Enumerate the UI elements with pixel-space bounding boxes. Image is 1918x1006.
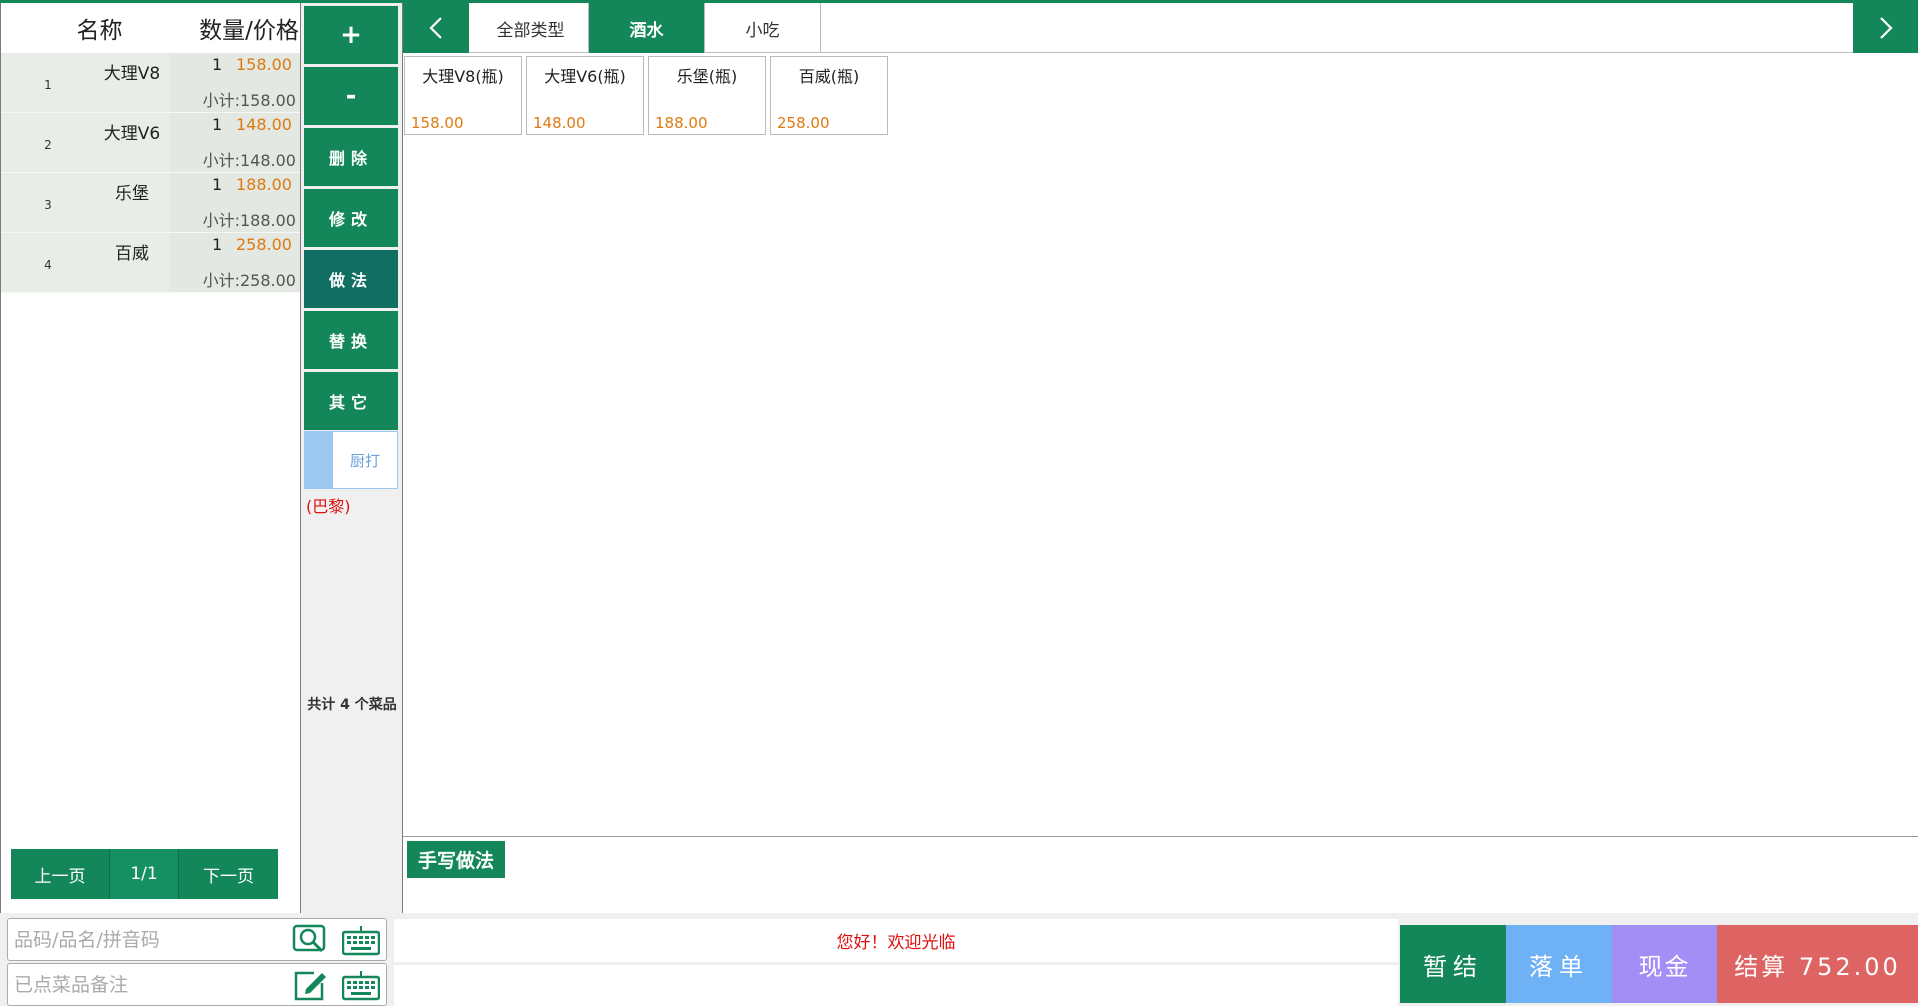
- cash-button[interactable]: 现金: [1612, 925, 1717, 1003]
- row-detail: 1 158.00 小计:158.00: [169, 53, 300, 112]
- order-row[interactable]: 1 大理V8 1 158.00 小计:158.00: [1, 53, 300, 113]
- row-name: 大理V8: [103, 64, 161, 84]
- row-subtotal: 小计:188.00: [202, 211, 296, 230]
- next-category-button[interactable]: [1853, 3, 1918, 53]
- order-row[interactable]: 3 乐堡 1 188.00 小计:188.00: [1, 173, 300, 233]
- order-panel: 名称 数量/价格 1 大理V8 1 158.00 小计:158.00 2 大理V…: [0, 3, 301, 913]
- keyboard-icon: [342, 926, 380, 956]
- order-row[interactable]: 4 百威 1 258.00 小计:258.00: [1, 233, 300, 293]
- order-row[interactable]: 2 大理V6 1 148.00 小计:148.00: [1, 113, 300, 173]
- search-input[interactable]: [14, 923, 286, 956]
- search-button[interactable]: [292, 922, 330, 958]
- row-index: 3: [44, 198, 52, 212]
- prev-page-button[interactable]: 上一页: [11, 849, 110, 899]
- order-header: 名称 数量/价格: [1, 3, 300, 53]
- decrease-button[interactable]: -: [304, 67, 398, 125]
- product-card[interactable]: 大理V8(瓶) 158.00: [404, 56, 522, 135]
- order-pager: 上一页 1/1 下一页: [11, 849, 278, 899]
- product-price: 148.00: [533, 114, 586, 132]
- row-detail: 1 148.00 小计:148.00: [169, 113, 300, 172]
- search-box: [7, 918, 387, 961]
- total-item-count: 共计 4 个菜品: [307, 697, 397, 713]
- replace-button[interactable]: 替换: [304, 311, 398, 369]
- product-price: 258.00: [777, 114, 830, 132]
- note-box: [7, 963, 387, 1006]
- row-subtotal: 小计:148.00: [202, 151, 296, 170]
- row-index: 1: [44, 78, 52, 92]
- product-price: 158.00: [411, 114, 464, 132]
- place-order-button[interactable]: 落单: [1506, 925, 1612, 1003]
- product-price: 188.00: [655, 114, 708, 132]
- product-card[interactable]: 乐堡(瓶) 188.00: [648, 56, 766, 135]
- main-area: 全部类型 酒水 小吃 大理V8(瓶) 158.00 大理V6(瓶) 148.00…: [402, 3, 1918, 913]
- checkout-button[interactable]: 结算 752.00: [1717, 925, 1918, 1003]
- pos-app: 名称 数量/价格 1 大理V8 1 158.00 小计:158.00 2 大理V…: [0, 0, 1918, 1006]
- prev-category-button[interactable]: [403, 3, 469, 53]
- row-name: 大理V6: [103, 124, 161, 144]
- edit-icon: [294, 971, 326, 1001]
- note-input[interactable]: [14, 968, 286, 1001]
- row-name: 百威: [115, 244, 149, 264]
- welcome-message: 您好！欢迎光临: [394, 919, 1398, 962]
- product-name: 乐堡(瓶): [676, 67, 738, 86]
- product-name: 大理V8(瓶): [422, 67, 504, 86]
- page-indicator: 1/1: [110, 849, 179, 899]
- row-price: 148.00: [236, 115, 292, 134]
- search-icon: [292, 924, 326, 953]
- kitchen-print-toggle[interactable]: 厨打: [304, 431, 398, 489]
- bottom-bar: 您好！欢迎光临 暂结 落单 现金 结算 752.00: [0, 913, 1918, 1006]
- kitchen-print-label: 厨打: [349, 451, 380, 470]
- row-index: 2: [44, 138, 52, 152]
- header-qty-price: 数量/价格: [199, 18, 299, 44]
- header-name: 名称: [76, 18, 123, 44]
- row-qty: 1: [212, 235, 223, 254]
- chevron-left-icon: [429, 17, 442, 39]
- note-keyboard-button[interactable]: [342, 967, 380, 1003]
- action-column: + - 删除 修改 做法 替换 其它 厨打 (巴黎) 共计 4 个菜品: [301, 3, 402, 913]
- row-qty: 1: [212, 175, 223, 194]
- tab-drinks[interactable]: 酒水: [589, 3, 705, 53]
- chevron-right-icon: [1880, 17, 1893, 39]
- product-card[interactable]: 大理V6(瓶) 148.00: [526, 56, 644, 135]
- hold-button[interactable]: 暂结: [1400, 925, 1506, 1003]
- product-name: 大理V6(瓶): [544, 67, 626, 86]
- row-price: 258.00: [236, 235, 292, 254]
- toggle-indicator: [305, 432, 333, 488]
- row-subtotal: 小计:258.00: [202, 271, 296, 290]
- product-name: 百威(瓶): [798, 67, 860, 86]
- tab-snacks[interactable]: 小吃: [705, 3, 821, 53]
- increase-button[interactable]: +: [304, 6, 398, 64]
- row-qty: 1: [212, 55, 223, 74]
- tab-all-types[interactable]: 全部类型: [473, 3, 589, 53]
- row-subtotal: 小计:158.00: [202, 91, 296, 110]
- row-price: 188.00: [236, 175, 292, 194]
- modify-button[interactable]: 修改: [304, 189, 398, 247]
- handwrite-method-title: 手写做法: [407, 841, 505, 878]
- row-detail: 1 188.00 小计:188.00: [169, 173, 300, 232]
- edit-note-button[interactable]: [292, 967, 330, 1003]
- message-area: [394, 965, 1398, 1006]
- next-page-button[interactable]: 下一页: [179, 849, 278, 899]
- keyboard-icon: [342, 971, 380, 1001]
- other-button[interactable]: 其它: [304, 372, 398, 430]
- row-index: 4: [44, 258, 52, 272]
- method-button[interactable]: 做法: [304, 250, 398, 308]
- category-tabbar: 全部类型 酒水 小吃: [403, 3, 1918, 53]
- location-label: (巴黎): [306, 497, 351, 516]
- row-name: 乐堡: [115, 184, 149, 204]
- row-qty: 1: [212, 115, 223, 134]
- delete-button[interactable]: 删除: [304, 128, 398, 186]
- row-price: 158.00: [236, 55, 292, 74]
- handwrite-method-panel[interactable]: 手写做法: [403, 836, 1918, 913]
- product-card[interactable]: 百威(瓶) 258.00: [770, 56, 888, 135]
- keyboard-button[interactable]: [342, 922, 380, 958]
- row-detail: 1 258.00 小计:258.00: [169, 233, 300, 292]
